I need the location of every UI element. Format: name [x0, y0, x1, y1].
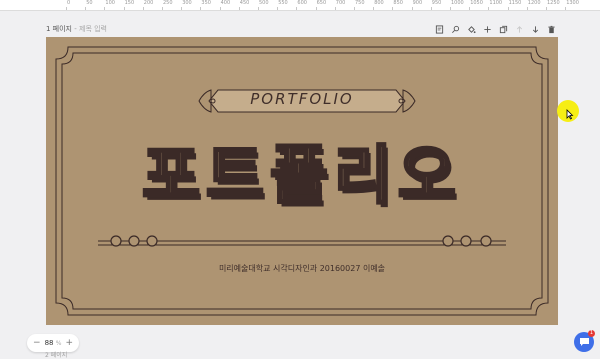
ruler-tick-label: 700: [335, 0, 346, 6]
chat-bubble-icon: [579, 338, 589, 346]
ruler-tick: [507, 7, 509, 10]
ruler-tick: [277, 7, 279, 10]
ruler-tick-label: 900: [412, 0, 423, 6]
ruler-tick-label: 500: [259, 0, 269, 6]
ruler-tick-label: 950: [431, 0, 442, 6]
zoom-unit: %: [55, 340, 62, 347]
notes-icon[interactable]: [434, 24, 444, 34]
page-toolbar: [434, 24, 556, 34]
page-title[interactable]: 1 페이지 - 제목 입력: [46, 24, 107, 34]
pin-icon[interactable]: [450, 24, 460, 34]
ruler-tick-label: 50: [86, 0, 93, 6]
ruler-tick: [430, 7, 432, 10]
ruler-tick: [142, 7, 144, 10]
page-title-input[interactable]: 제목 입력: [79, 25, 107, 33]
ruler-tick: [238, 7, 240, 10]
ruler-tick: [373, 7, 375, 10]
slide-canvas[interactable]: PORTFOLIO 포트폴리오 미리예술대학교 시각디자인과 20160027 …: [46, 37, 558, 325]
ruler-tick: [354, 7, 355, 10]
paint-bucket-icon[interactable]: [466, 24, 476, 34]
ruler-tick-label: 300: [182, 0, 192, 6]
ruler-tick-label: 1050: [470, 0, 483, 6]
ruler-tick: [200, 7, 202, 10]
ruler-tick: [85, 7, 87, 10]
ruler-tick-label: 1000: [451, 0, 464, 6]
ruler-tick-label: 600: [297, 0, 307, 6]
title-separator: -: [74, 25, 77, 33]
ruler-tick: [488, 7, 490, 10]
ruler-tick-label: 1150: [508, 0, 522, 6]
ruler-tick-label: 350: [201, 0, 211, 6]
ruler-tick: [219, 7, 221, 10]
ruler-tick: [526, 7, 528, 10]
ruler-tick: [392, 7, 394, 10]
slide-title[interactable]: 포트폴리오: [46, 139, 558, 212]
horizontal-ruler: 0 50 100 150 200 250 300 350 400 450 500 550 600 650 7…: [0, 0, 600, 11]
ruler-tick: [411, 7, 413, 10]
ruler-tick: [565, 7, 567, 10]
ruler-tick-label: 1250: [547, 0, 560, 6]
ruler-tick-label: 1300: [566, 0, 579, 6]
zoom-value[interactable]: 88: [45, 339, 54, 347]
zoom-in-button[interactable]: +: [65, 338, 73, 348]
move-down-icon[interactable]: [530, 24, 540, 34]
zoom-out-button[interactable]: −: [33, 338, 41, 348]
ruler-tick-label: 750: [355, 0, 365, 6]
ruler-tick-label: 450: [239, 0, 250, 6]
ruler-tick-label: 650: [316, 0, 327, 6]
duplicate-icon[interactable]: [498, 24, 508, 34]
ruler-tick-label: 1100: [489, 0, 503, 6]
ruler-tick-label: 1200: [527, 0, 541, 6]
ruler-tick-label: 150: [124, 0, 135, 6]
ruler-tick-label: 850: [393, 0, 403, 6]
page-number-label: 1 페이지: [46, 25, 72, 33]
ruler-tick-label: 800: [374, 0, 384, 6]
slide-subtitle[interactable]: 미리예술대학교 시각디자인과 20160027 이예솔: [46, 263, 558, 274]
ruler-tick: [450, 7, 451, 10]
ruler-tick: [104, 7, 106, 10]
ruler-tick: [315, 7, 317, 10]
ruler-tick: [296, 7, 298, 10]
ruler-tick-label: 550: [278, 0, 288, 6]
mouse-cursor-icon: [566, 109, 574, 120]
trash-icon[interactable]: [546, 24, 556, 34]
portfolio-label[interactable]: PORTFOLIO: [46, 90, 558, 108]
ruler-tick: [162, 7, 163, 10]
ruler-tick: [66, 7, 67, 10]
ruler-tick: [258, 7, 259, 10]
ruler-tick-label: 100: [105, 0, 115, 6]
ruler-tick-label: 0: [67, 0, 71, 6]
move-up-icon[interactable]: [514, 24, 524, 34]
page-header: 1 페이지 - 제목 입력: [46, 24, 558, 36]
ruler-tick-label: 200: [143, 0, 154, 6]
ruler-tick-label: 400: [220, 0, 231, 6]
chat-notification-badge: 1: [588, 330, 595, 337]
ruler-tick: [469, 7, 471, 10]
add-icon[interactable]: [482, 24, 492, 34]
ruler-tick: [334, 7, 336, 10]
ruler-tick: [546, 7, 547, 10]
ruler-tick: [123, 7, 125, 10]
ruler-tick: [181, 7, 183, 10]
ruler-tick-label: 250: [163, 0, 173, 6]
